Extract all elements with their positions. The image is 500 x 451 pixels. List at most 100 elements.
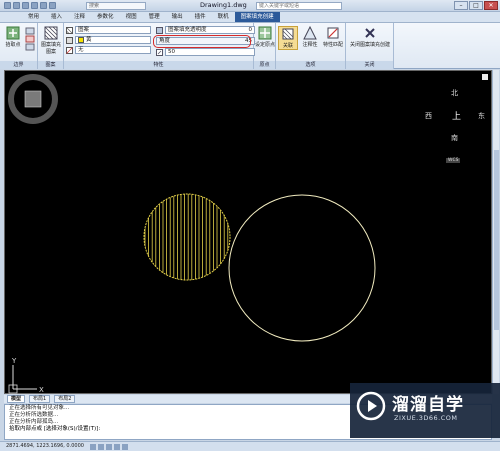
maximize-button[interactable]: □ [469, 1, 483, 10]
watermark-name: 溜溜自学 [392, 395, 464, 415]
close-x-icon [365, 28, 375, 38]
match-properties-button[interactable]: 特性匹配 [322, 26, 344, 48]
transparency-icon [156, 26, 163, 34]
tab-layout2[interactable]: 布局2 [54, 395, 76, 403]
tab-online[interactable]: 联机 [212, 12, 235, 22]
wcs-menu[interactable]: WCS [446, 158, 461, 163]
panel-title-pattern: 图案 [38, 61, 63, 69]
annotative-button[interactable]: 注释性 [300, 26, 320, 48]
tab-model[interactable]: 模型 [7, 395, 26, 403]
panel-title-boundary: 边界 [0, 61, 37, 69]
status-toggles [90, 444, 128, 450]
associative-button[interactable]: 关联 [278, 26, 298, 50]
app-menu-icon[interactable] [4, 2, 11, 9]
status-bar: 2871.4694, 1223.1696, 0.0000 [0, 441, 500, 451]
scale-field[interactable]: 50 [165, 48, 255, 56]
panel-title-options: 选项 [276, 61, 345, 69]
tab-plugins[interactable]: 插件 [189, 12, 212, 22]
tab-insert[interactable]: 插入 [45, 12, 68, 22]
panel-title-close: 关闭 [346, 61, 393, 69]
quick-access-toolbar [4, 2, 56, 9]
compass-west[interactable]: 西 [425, 111, 432, 121]
grid-toggle-icon[interactable] [98, 444, 104, 450]
redo-icon[interactable] [49, 2, 56, 9]
hatch-type-icon [66, 26, 73, 34]
transparency-field[interactable]: 图案填充透明度 0 [165, 26, 255, 34]
annotative-icon [303, 26, 317, 40]
background-color-icon [66, 46, 73, 54]
tab-view[interactable]: 视图 [120, 12, 143, 22]
ucs-x-label: X [39, 386, 44, 394]
new-file-icon[interactable] [13, 2, 20, 9]
angle-highlight-annotation [153, 35, 251, 48]
pick-points-button[interactable]: 拾取点 [3, 26, 23, 48]
watermark-overlay: 溜溜自学 ZIXUE.3D66.COM [350, 383, 500, 438]
hatch-type-select[interactable]: 图案 [75, 26, 151, 34]
coordinate-readout[interactable]: 2871.4694, 1223.1696, 0.0000 [6, 442, 84, 451]
viewcube[interactable] [5, 71, 61, 127]
osnap-toggle-icon[interactable] [122, 444, 128, 450]
scrollbar-thumb[interactable] [494, 150, 499, 330]
compass-south[interactable]: 南 [451, 133, 458, 143]
panel-origin: 设定原点 原点 [254, 23, 276, 69]
scale-icon [156, 48, 163, 56]
hatch-pattern-button[interactable]: 图案填充图案 [39, 26, 63, 55]
associative-icon [282, 28, 294, 40]
vertical-scrollbar[interactable] [492, 70, 499, 394]
title-bar: 搜索 Drawing1.dwg 键入关键字或短语 – □ ✕ [0, 0, 500, 12]
boundary-tools-icon[interactable] [25, 27, 35, 51]
large-circle[interactable] [228, 194, 376, 342]
background-color-row: 无 [66, 46, 151, 54]
help-search-input[interactable]: 键入关键字或短语 [256, 2, 342, 10]
viewcube-top-face[interactable]: 上 [452, 109, 461, 122]
ortho-toggle-icon[interactable] [106, 444, 112, 450]
compass-north[interactable]: 北 [451, 88, 458, 98]
minimize-button[interactable]: – [454, 1, 468, 10]
panel-options: 关联 注释性 特性匹配 选项 [276, 23, 346, 69]
ribbon-tabs: 常用 插入 注释 参数化 视图 管理 输出 插件 联机 图案填充创建 [0, 12, 500, 23]
panel-close: 关闭图案填充创建 关闭 [346, 23, 394, 69]
tab-output[interactable]: 输出 [166, 12, 189, 22]
drawing-canvas[interactable]: Y X 北 南 东 西 上 WCS [4, 70, 492, 394]
tab-layout1[interactable]: 布局1 [29, 395, 51, 403]
hatch-pattern-icon [44, 26, 58, 40]
snap-toggle-icon[interactable] [90, 444, 96, 450]
open-file-icon[interactable] [22, 2, 29, 9]
viewport-close-icon[interactable] [482, 74, 488, 80]
hatch-color-select[interactable]: 黄 [75, 36, 151, 44]
ucs-y-label: Y [11, 357, 17, 365]
save-icon[interactable] [31, 2, 38, 9]
drawing-svg: Y X [8, 74, 488, 394]
panel-title-properties: 特性 [64, 61, 253, 69]
watermark-url: ZIXUE.3D66.COM [394, 414, 458, 422]
autocad-window: 搜索 Drawing1.dwg 键入关键字或短语 – □ ✕ 常用 插入 注释 … [0, 0, 500, 451]
set-origin-button[interactable]: 设定原点 [255, 26, 275, 48]
panel-title-origin: 原点 [254, 61, 275, 69]
polar-toggle-icon[interactable] [114, 444, 120, 450]
hatch-color-icon [66, 36, 73, 44]
workspace-search[interactable]: 搜索 [86, 2, 146, 10]
match-properties-icon [327, 27, 339, 39]
close-button[interactable]: ✕ [484, 1, 498, 10]
panel-boundary: 拾取点 边界 [0, 23, 38, 69]
watermark-logo-icon [356, 391, 386, 421]
window-controls: – □ ✕ [454, 1, 498, 10]
background-color-select[interactable]: 无 [75, 46, 151, 54]
pick-points-icon [6, 26, 20, 40]
document-title: Drawing1.dwg [200, 1, 247, 9]
tab-parametric[interactable]: 参数化 [91, 12, 120, 22]
tab-annotate[interactable]: 注释 [68, 12, 91, 22]
hatch-color-row: 黄 [66, 36, 151, 44]
ucs-icon [8, 365, 37, 394]
compass-east[interactable]: 东 [478, 111, 485, 121]
close-hatch-creation-button[interactable]: 关闭图案填充创建 [348, 26, 392, 48]
yellow-swatch [78, 37, 84, 43]
tab-manage[interactable]: 管理 [143, 12, 166, 22]
transparency-row: 图案填充透明度 0 [156, 26, 255, 34]
set-origin-icon [258, 26, 272, 40]
tab-home[interactable]: 常用 [22, 12, 45, 22]
undo-icon[interactable] [40, 2, 47, 9]
tab-hatch-creation[interactable]: 图案填充创建 [234, 12, 280, 22]
panel-pattern: 图案填充图案 图案 [38, 23, 64, 69]
scale-row: 50 [156, 48, 255, 56]
